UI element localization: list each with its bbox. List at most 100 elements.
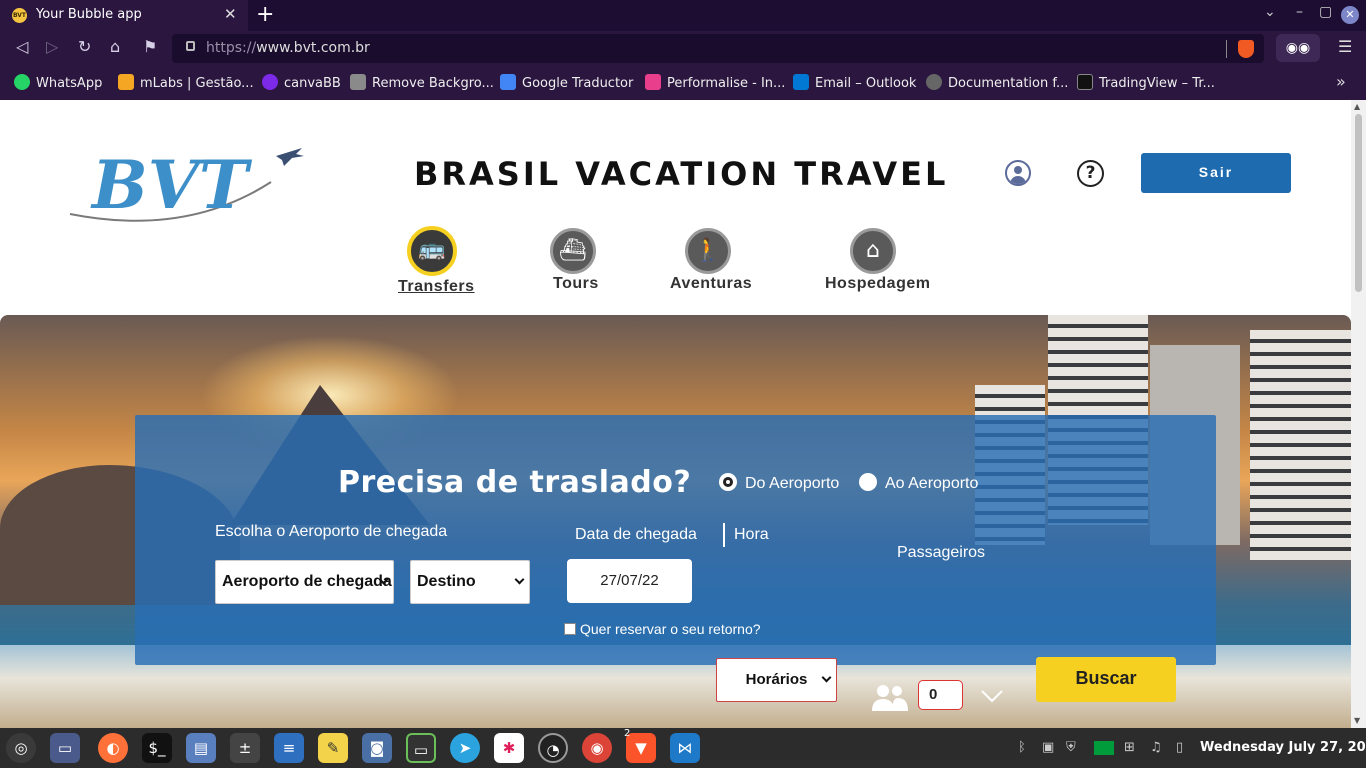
lock-icon [186,41,195,51]
obs-icon[interactable]: ◔ [538,733,568,763]
radio-dot[interactable] [859,473,877,491]
category-label: Transfers [398,278,475,295]
documentation-icon [926,74,942,90]
radio-dot-selected[interactable] [719,473,737,491]
back-icon[interactable]: ◁ [16,37,28,56]
system-monitor-icon[interactable]: ▭ [406,733,436,763]
reload-icon[interactable]: ↻ [78,37,91,56]
url-host: www.bvt.com.br [256,40,370,56]
boat-icon: ⛴ [550,228,596,274]
bookmark-tradingview[interactable]: TradingView – Tr... [1077,74,1215,91]
clock[interactable]: Wednesday July 27, 20:59 [1200,740,1366,755]
brazil-flag-icon[interactable] [1094,741,1114,755]
chrome-icon[interactable]: ◉ [582,733,612,763]
brave-icon[interactable]: ▼ [626,733,656,763]
passengers-input[interactable]: 0 [918,680,963,710]
bookmark-mlabs[interactable]: mLabs | Gestão... [118,74,254,91]
browser-menu-icon[interactable]: ☰ [1338,37,1352,56]
bookmark-whatsapp[interactable]: WhatsApp [14,74,102,91]
address-bar[interactable]: https://www.bvt.com.br [172,34,1264,63]
firefox-icon[interactable]: ◐ [98,733,128,763]
window-close-icon[interactable]: ✕ [1341,6,1359,24]
search-title: Precisa de traslado? [338,465,692,500]
close-tab-icon[interactable]: ✕ [224,5,237,23]
bookmark-performalise[interactable]: Performalise - In... [645,74,785,91]
logo-text: BVT [90,146,253,222]
whatsapp-icon [14,74,30,90]
page-scrollbar[interactable]: ▲ ▼ [1351,100,1366,728]
house-icon: ⌂ [850,228,896,274]
destination-select[interactable]: Destino [410,560,530,604]
brave-shields-icon[interactable] [1238,40,1254,58]
bookmark-documentation[interactable]: Documentation f... [926,74,1068,91]
radio-do-aeroporto[interactable]: Do Aeroporto [719,473,839,493]
tab-list-chevron-icon[interactable]: ⌄ [1264,4,1276,20]
battery-icon[interactable]: ▯ [1176,740,1183,755]
show-desktop-icon[interactable]: ▭ [50,733,80,763]
music-icon[interactable]: ♫ [1150,740,1162,755]
search-button[interactable]: Buscar [1036,657,1176,702]
mlabs-icon [118,74,134,90]
telegram-icon[interactable]: ➤ [450,733,480,763]
url-scheme: https:// [206,40,257,56]
more-bookmarks-icon[interactable]: » [1336,72,1346,91]
web-page: BVT BRASIL VACATION TRAVEL ? Sair 🚌 Tran… [0,100,1351,728]
screenshot-icon[interactable]: ◙ [362,733,392,763]
return-checkbox[interactable]: Quer reservar o seu retorno? [564,621,761,637]
bookmark-label: Google Traductor [522,76,634,91]
calculator-icon[interactable]: ± [230,733,260,763]
radio-ao-aeroporto[interactable]: Ao Aeroporto [859,473,978,493]
network-icon[interactable]: ⊞ [1124,740,1135,755]
scroll-down-icon[interactable]: ▼ [1354,716,1360,725]
hour-select[interactable]: Horários [716,658,837,702]
user-profile-icon[interactable] [1005,160,1031,186]
bookmark-icon[interactable]: ⚑ [143,37,157,56]
bookmark-label: WhatsApp [36,76,103,91]
bookmark-google-translate[interactable]: Google Traductor [500,74,633,91]
bvt-logo[interactable]: BVT [66,142,306,222]
chevron-down-icon [514,574,525,585]
arrival-date-input[interactable]: 27/07/22 [567,559,692,603]
maximize-icon[interactable]: ▢ [1319,4,1332,20]
chevron-down-icon [821,672,832,683]
bookmark-label: Performalise - In... [667,76,786,91]
scrollbar-thumb[interactable] [1355,114,1362,292]
bookmark-remove-bg[interactable]: Remove Backgro... [350,74,494,91]
vscode-icon[interactable]: ⋈ [670,733,700,763]
clipboard-icon[interactable]: ▣ [1042,740,1054,755]
chevron-down-icon[interactable] [981,685,1003,707]
minimize-icon[interactable]: – [1296,4,1303,20]
bookmark-canva[interactable]: canvaBB [262,74,341,91]
category-label: Tours [553,275,599,292]
files-icon[interactable]: ▤ [186,733,216,763]
airport-select[interactable]: Aeroporto de chegada [215,560,394,604]
menu-launcher-icon[interactable]: ◎ [6,733,36,763]
home-icon[interactable]: ⌂ [110,37,120,56]
logout-button[interactable]: Sair [1141,153,1291,193]
new-tab-icon[interactable]: + [256,2,274,27]
private-glasses-icon[interactable]: ◉◉ [1276,34,1320,62]
bookmark-label: mLabs | Gestão... [140,76,254,91]
passengers-label: Passageiros [897,544,986,561]
checkbox[interactable] [564,623,576,635]
airport-select-value: Aeroporto de chegada [222,573,392,590]
bluetooth-icon[interactable]: ᛒ [1018,740,1026,755]
brand-title: BRASIL VACATION TRAVEL [414,155,949,193]
browser-tab[interactable]: BVT Your Bubble app ✕ [0,0,248,31]
return-label: Quer reservar o seu retorno? [580,621,761,637]
bookmark-outlook[interactable]: Email – Outlook [793,74,916,91]
text-editor-icon[interactable]: ≡ [274,733,304,763]
destination-select-value: Destino [417,573,476,590]
forward-icon[interactable]: ▷ [46,37,58,56]
hour-select-value: Horários [745,671,808,688]
shield-icon[interactable]: ⛨ [1066,740,1076,755]
terminal-icon[interactable]: $_ [142,733,172,763]
remove-bg-icon [350,74,366,90]
slack-icon[interactable]: ✱ [494,733,524,763]
tab-title: Your Bubble app [36,7,142,22]
help-icon[interactable]: ? [1077,160,1104,187]
notes-icon[interactable]: ✎ [318,733,348,763]
people-icon [872,685,908,711]
url-text[interactable]: https://www.bvt.com.br [206,40,370,56]
scroll-up-icon[interactable]: ▲ [1354,102,1360,111]
